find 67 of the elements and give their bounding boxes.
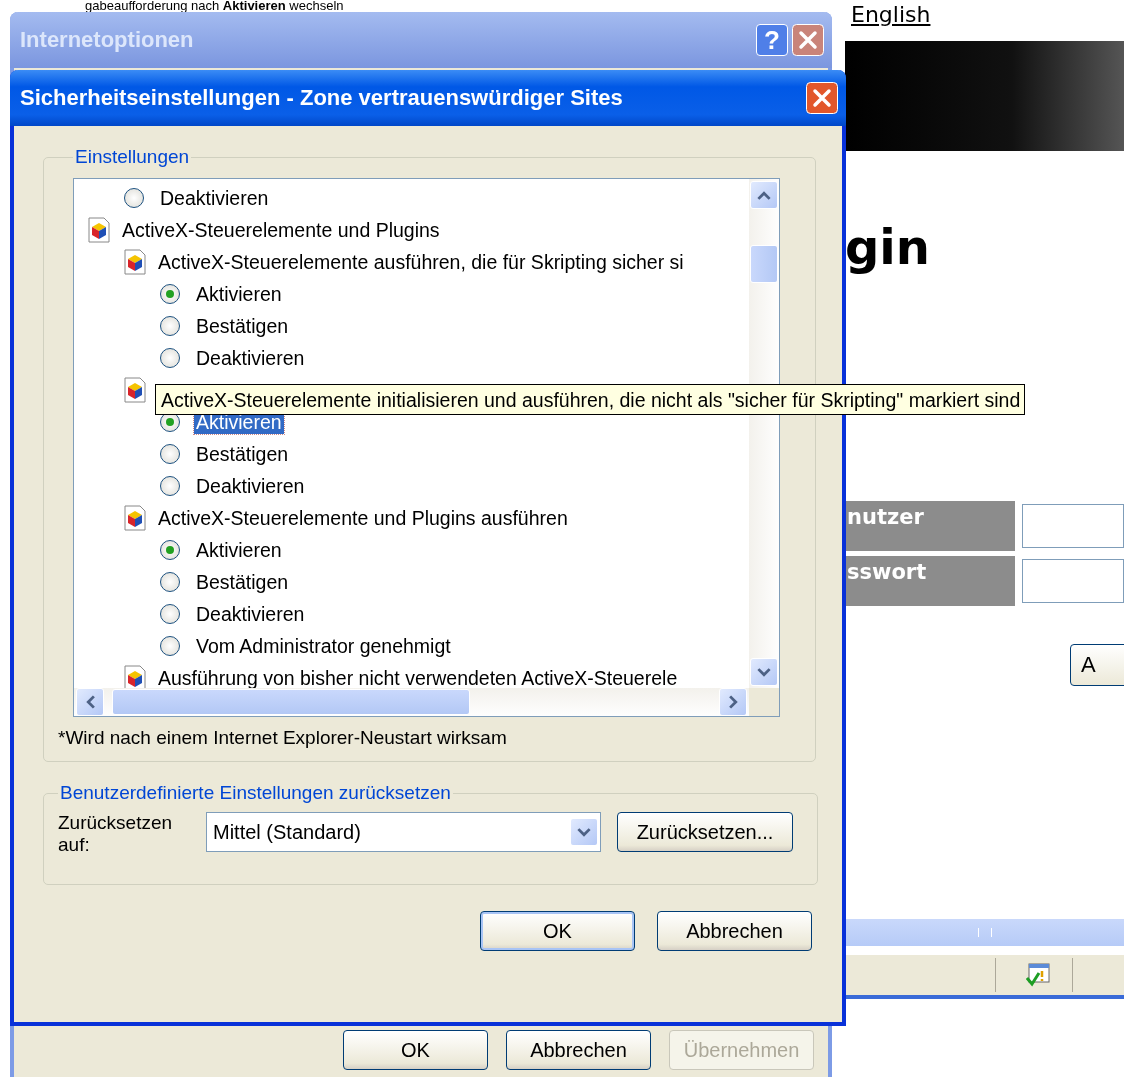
restart-note: *Wird nach einem Internet Explorer-Neustart wirksam bbox=[58, 726, 508, 750]
scrollbar[interactable] bbox=[845, 919, 1124, 946]
window-title: Internetoptionen bbox=[20, 27, 195, 53]
radio-button[interactable] bbox=[160, 540, 180, 560]
login-button[interactable]: A bbox=[1070, 644, 1124, 686]
category-label: ActiveX-Steuerelemente und Plugins bbox=[122, 218, 440, 242]
scroll-down-button[interactable] bbox=[750, 658, 778, 686]
radio-button[interactable] bbox=[160, 284, 180, 304]
option-label[interactable]: Deaktivieren bbox=[194, 474, 307, 498]
reset-button[interactable]: Zurücksetzen... bbox=[617, 812, 793, 852]
option-label[interactable]: Bestätigen bbox=[194, 314, 291, 338]
group-title: Benutzerdefinierte Einstellungen zurücksetzen bbox=[59, 782, 452, 804]
tooltip: ActiveX-Steuerelemente initialisieren und ausführen, die nicht als "sicher für Skripting" markiert sind bbox=[155, 384, 1026, 415]
dialog-button[interactable]: OK bbox=[343, 1030, 488, 1070]
radio-button[interactable] bbox=[160, 348, 180, 368]
settings-icon bbox=[124, 377, 146, 403]
dialog-button[interactable]: Abbrechen bbox=[506, 1030, 651, 1070]
level-dropdown[interactable]: Mittel (Standard) bbox=[206, 812, 601, 852]
radio-button[interactable] bbox=[124, 188, 144, 208]
field-label: nutzer bbox=[845, 501, 1015, 551]
scroll-thumb[interactable] bbox=[750, 245, 778, 283]
scroll-thumb[interactable] bbox=[112, 689, 470, 715]
radio-button[interactable] bbox=[160, 636, 180, 656]
radio-button[interactable] bbox=[160, 604, 180, 624]
scroll-up-button[interactable] bbox=[750, 181, 778, 209]
help-button[interactable]: ? bbox=[756, 24, 788, 56]
option-label[interactable]: Deaktivieren bbox=[194, 602, 307, 626]
close-icon[interactable] bbox=[806, 82, 838, 114]
option-label[interactable]: Deaktivieren bbox=[194, 346, 307, 370]
reset-label: Zurücksetzen auf: bbox=[58, 812, 174, 856]
radio-button[interactable] bbox=[160, 476, 180, 496]
option-label[interactable]: Aktivieren bbox=[194, 282, 284, 306]
chevron-left-icon bbox=[85, 695, 95, 709]
scrollbar-corner bbox=[749, 688, 779, 716]
input-field[interactable] bbox=[1022, 504, 1124, 548]
dialog-button[interactable]: OK bbox=[480, 911, 635, 951]
group-title: Einstellungen bbox=[74, 146, 191, 168]
settings-icon bbox=[124, 249, 146, 275]
window-title: Sicherheitseinstellungen - Zone vertrauenswürdiger Sites bbox=[20, 85, 624, 111]
radio-button[interactable] bbox=[160, 572, 180, 592]
dialog-button[interactable]: Abbrechen bbox=[657, 911, 812, 951]
settings-icon bbox=[124, 505, 146, 531]
category-label: ActiveX-Steuerelemente und Plugins ausführen bbox=[158, 506, 568, 530]
option-label[interactable]: Vom Administrator genehmigt bbox=[194, 634, 453, 658]
option-label[interactable]: Deaktivieren bbox=[158, 186, 271, 210]
scroll-right-button[interactable] bbox=[719, 688, 747, 716]
dropdown-button[interactable] bbox=[570, 818, 598, 846]
close-icon[interactable] bbox=[792, 24, 824, 56]
page-check-icon bbox=[1026, 963, 1052, 987]
settings-icon bbox=[88, 217, 110, 243]
scroll-left-button[interactable] bbox=[76, 688, 104, 716]
instruction-text: gabeaufforderung nach Aktivieren wechseln bbox=[85, 0, 344, 12]
input-field[interactable] bbox=[1022, 559, 1124, 603]
field-label: sswort bbox=[845, 556, 1015, 606]
chevron-up-icon bbox=[757, 190, 771, 200]
radio-button[interactable] bbox=[160, 444, 180, 464]
radio-button[interactable] bbox=[160, 316, 180, 336]
settings-icon bbox=[124, 665, 146, 688]
option-label[interactable]: Aktivieren bbox=[194, 538, 284, 562]
category-label: ActiveX-Steuerelemente ausführen, die für Skripting sicher si bbox=[158, 250, 684, 274]
language-link[interactable]: English bbox=[851, 2, 1124, 27]
chevron-down-icon bbox=[757, 667, 771, 677]
option-label[interactable]: Bestätigen bbox=[194, 570, 291, 594]
option-label[interactable]: Bestätigen bbox=[194, 442, 291, 466]
category-label: Ausführung von bisher nicht verwendeten ActiveX-Steuerele bbox=[158, 666, 678, 688]
caret-icon bbox=[577, 827, 591, 837]
chevron-right-icon bbox=[728, 695, 738, 709]
